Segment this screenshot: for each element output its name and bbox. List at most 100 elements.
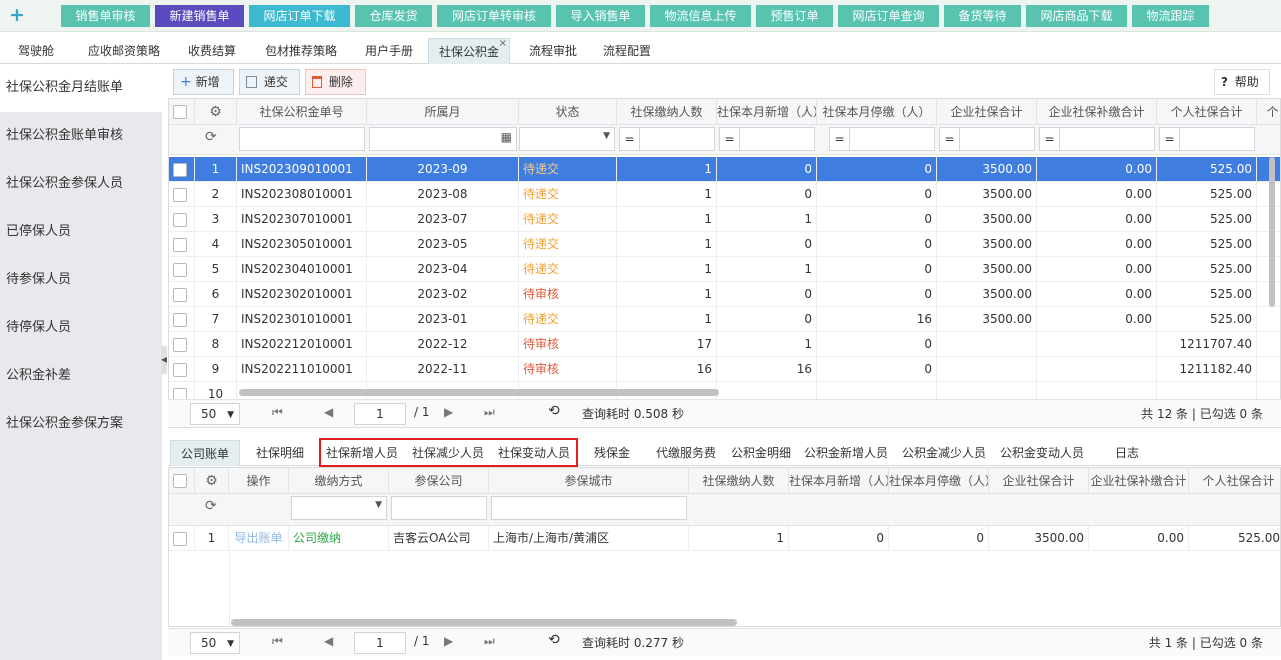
col-header-more[interactable]: 个 <box>1257 99 1280 125</box>
tab-log[interactable]: 日志 <box>1094 440 1160 466</box>
filter-new[interactable]: = <box>719 127 815 151</box>
row-checkbox[interactable] <box>173 338 187 352</box>
sidebar-item-bill-audit[interactable]: 社保公积金账单审核 <box>0 112 162 160</box>
sidebar-item-plan[interactable]: 社保公积金参保方案 <box>0 400 162 448</box>
col-header-corp-extra[interactable]: 企业社保补缴合计 <box>1089 468 1189 494</box>
page-size-select[interactable]: 50 ▼ <box>190 403 240 425</box>
select-all-checkbox[interactable] <box>173 105 187 119</box>
horizontal-scrollbar[interactable] <box>239 389 719 396</box>
col-header-stop[interactable]: 社保本月停缴（人） <box>889 468 989 494</box>
col-header-corp-total[interactable]: 企业社保合计 <box>937 99 1037 125</box>
col-header-count[interactable]: 社保缴纳人数 <box>689 468 789 494</box>
sidebar-item-pending-insure[interactable]: 待参保人员 <box>0 256 162 304</box>
tab-receivable-postage[interactable]: 应收邮资策略 <box>78 38 170 64</box>
filter-corp-extra[interactable]: = <box>1039 127 1155 151</box>
delete-button[interactable]: 删除 <box>305 69 366 95</box>
filter-pay-method[interactable]: ▼ <box>291 496 387 520</box>
col-header-count[interactable]: 社保缴纳人数 <box>617 99 717 125</box>
top-button-presale[interactable]: 预售订单 <box>756 5 833 27</box>
row-checkbox[interactable] <box>173 363 187 377</box>
tab-user-manual[interactable]: 用户手册 <box>356 38 422 64</box>
tab-process-approval[interactable]: 流程审批 <box>520 38 586 64</box>
tab-fee-settlement[interactable]: 收费结算 <box>178 38 246 64</box>
refresh-icon[interactable]: ⟲ <box>548 632 560 648</box>
table-row[interactable]: 2 INS202308010001 2023-08 待递交 1 0 0 3500.00 0.00… <box>169 182 1280 207</box>
equals-operator[interactable]: = <box>1040 128 1060 150</box>
filter-bill-no[interactable] <box>239 127 365 151</box>
tab-social-security[interactable]: 社保公积金 × <box>428 38 510 64</box>
sidebar-item-stopped[interactable]: 已停保人员 <box>0 208 162 256</box>
col-header-pay-method[interactable]: 缴纳方式 <box>289 468 389 494</box>
refresh-icon[interactable]: ⟲ <box>548 403 560 419</box>
table-row[interactable]: 4 INS202305010001 2023-05 待递交 1 0 0 3500.00 0.00… <box>169 232 1280 257</box>
row-checkbox[interactable] <box>173 313 187 327</box>
top-button-logistics-track[interactable]: 物流跟踪 <box>1132 5 1209 27</box>
tab-process-config[interactable]: 流程配置 <box>594 38 660 64</box>
add-button[interactable]: + 新增 <box>173 69 234 95</box>
gear-icon[interactable]: ⚙ <box>195 468 229 494</box>
first-page-icon[interactable]: ⏮ <box>272 405 283 420</box>
row-checkbox[interactable] <box>173 263 187 277</box>
vertical-scrollbar[interactable] <box>1269 157 1275 307</box>
next-page-icon[interactable]: ▶ <box>444 634 453 648</box>
col-header-city[interactable]: 参保城市 <box>489 468 689 494</box>
equals-operator[interactable]: = <box>720 128 740 150</box>
filter-stop[interactable]: = <box>829 127 935 151</box>
tab-fund-change[interactable]: 公积金变动人员 <box>996 440 1088 466</box>
export-bill-link[interactable]: 导出账单 <box>229 526 289 551</box>
tab-disability-fund[interactable]: 残保金 <box>584 440 640 466</box>
tab-company-bill[interactable]: 公司账单 <box>170 440 240 466</box>
sidebar-item-fund-diff[interactable]: 公积金补差 <box>0 352 162 400</box>
col-header-corp-extra[interactable]: 企业社保补缴合计 <box>1037 99 1157 125</box>
sidebar-item-insured[interactable]: 社保公积金参保人员 <box>0 160 162 208</box>
tab-social-detail[interactable]: 社保明细 <box>248 440 312 466</box>
row-checkbox[interactable] <box>173 213 187 227</box>
first-page-icon[interactable]: ⏮ <box>272 634 283 649</box>
last-page-icon[interactable]: ⏭ <box>484 405 495 420</box>
filter-month[interactable]: ▦ <box>369 127 517 151</box>
table-row[interactable]: 6 INS202302010001 2023-02 待审核 1 0 0 3500.00 0.00… <box>169 282 1280 307</box>
col-header-stop[interactable]: 社保本月停缴（人） <box>817 99 937 125</box>
col-header-company[interactable]: 参保公司 <box>389 468 489 494</box>
top-button-sales-audit[interactable]: 销售单审核 <box>61 5 150 27</box>
tab-fund-new[interactable]: 公积金新增人员 <box>800 440 892 466</box>
help-button[interactable]: ? 帮助 <box>1214 69 1270 95</box>
filter-city[interactable] <box>491 496 687 520</box>
filter-status[interactable]: ▼ <box>519 127 615 151</box>
top-button-warehouse-ship[interactable]: 仓库发货 <box>355 5 432 27</box>
page-size-select[interactable]: 50 ▼ <box>190 632 240 654</box>
top-button-stock-wait[interactable]: 备货等待 <box>944 5 1021 27</box>
tab-packaging[interactable]: 包材推荐策略 <box>254 38 348 64</box>
col-header-new[interactable]: 社保本月新增（人） <box>789 468 889 494</box>
refresh-icon[interactable]: ⟳ <box>205 129 217 145</box>
prev-page-icon[interactable]: ◀ <box>324 634 333 648</box>
col-header-personal[interactable]: 个人社保合计 <box>1189 468 1280 494</box>
table-row[interactable]: 9 INS202211010001 2022-11 待审核 16 16 0 1211182.4… <box>169 357 1280 382</box>
tab-fund-reduce[interactable]: 公积金减少人员 <box>898 440 990 466</box>
page-input[interactable]: 1 <box>354 632 406 654</box>
refresh-icon[interactable]: ⟳ <box>205 498 217 514</box>
row-checkbox[interactable] <box>173 238 187 252</box>
table-row[interactable]: 1 INS202309010001 2023-09 待递交 1 0 0 3500.00 0.00… <box>169 157 1280 182</box>
table-row[interactable]: 7 INS202301010001 2023-01 待递交 1 0 16 3500.00 0.0… <box>169 307 1280 332</box>
page-input[interactable]: 1 <box>354 403 406 425</box>
row-checkbox[interactable] <box>173 188 187 202</box>
equals-operator[interactable]: = <box>940 128 960 150</box>
top-button-order-query[interactable]: 网店订单查询 <box>838 5 939 27</box>
sidebar-collapse-handle[interactable]: ◀ <box>161 346 167 374</box>
row-checkbox[interactable] <box>173 163 187 177</box>
sidebar-item-monthly-bill[interactable]: 社保公积金月结账单 <box>0 64 162 112</box>
table-row[interactable]: 8 INS202212010001 2022-12 待审核 17 1 0 1211707.40 <box>169 332 1280 357</box>
top-button-logistics-upload[interactable]: 物流信息上传 <box>650 5 751 27</box>
gear-icon[interactable]: ⚙ <box>195 99 237 125</box>
tab-service-fee[interactable]: 代缴服务费 <box>648 440 724 466</box>
table-row[interactable]: 5 INS202304010001 2023-04 待递交 1 1 0 3500.00 0.00… <box>169 257 1280 282</box>
close-icon[interactable]: × <box>499 31 507 57</box>
horizontal-scrollbar[interactable] <box>231 619 737 626</box>
table-row[interactable]: 3 INS202307010001 2023-07 待递交 1 1 0 3500.00 0.00… <box>169 207 1280 232</box>
top-button-import-sales[interactable]: 导入销售单 <box>556 5 645 27</box>
equals-operator[interactable]: = <box>1160 128 1180 150</box>
sidebar-item-pending-stop[interactable]: 待停保人员 <box>0 304 162 352</box>
equals-operator[interactable]: = <box>830 128 850 150</box>
col-header-status[interactable]: 状态 <box>519 99 617 125</box>
